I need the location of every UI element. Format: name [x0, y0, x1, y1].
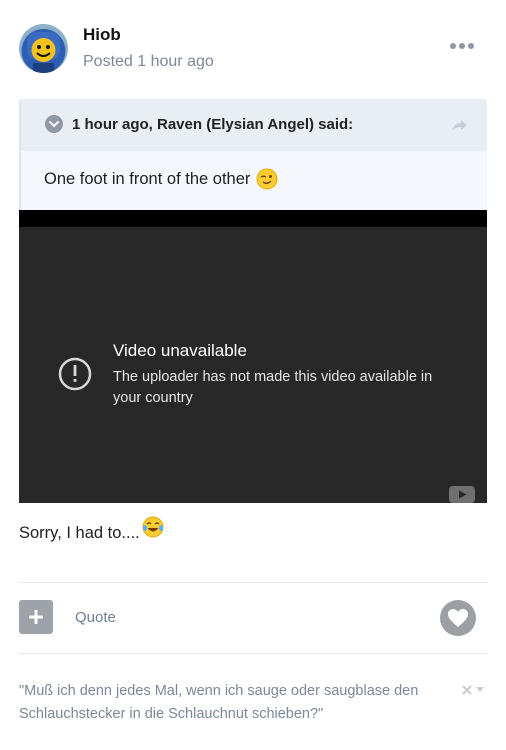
video-embed[interactable]: Video unavailable The uploader has not m…	[19, 210, 487, 503]
share-arrow-icon[interactable]	[451, 116, 469, 134]
heart-icon	[448, 609, 468, 627]
dot	[468, 43, 474, 49]
multiquote-add-button[interactable]	[19, 600, 53, 634]
tears-of-joy-emoji-icon	[142, 516, 164, 538]
alert-circle-icon	[57, 356, 93, 392]
quote-block: 1 hour ago, Raven (Elysian Angel) said: …	[19, 99, 487, 210]
dot	[450, 43, 456, 49]
quote-header: 1 hour ago, Raven (Elysian Angel) said:	[21, 99, 487, 151]
post-timestamp: Posted 1 hour ago	[83, 53, 214, 70]
more-options-icon[interactable]	[450, 38, 474, 54]
divider	[19, 653, 487, 654]
plus-icon	[29, 610, 43, 624]
signature-controls	[462, 683, 488, 697]
youtube-icon[interactable]	[449, 486, 475, 503]
post-text: Sorry, I had to....	[19, 523, 140, 542]
avatar[interactable]	[19, 24, 68, 73]
quote-text: One foot in front of the other	[44, 169, 251, 188]
quote-text-row: One foot in front of the other	[44, 168, 278, 190]
author-name[interactable]: Hiob	[83, 25, 121, 45]
post-body: Sorry, I had to....	[19, 516, 164, 544]
post-header: Hiob Posted 1 hour ago	[0, 0, 506, 96]
wink-emoji-icon	[256, 168, 278, 190]
dot	[459, 43, 465, 49]
quote-button[interactable]: Quote	[75, 609, 116, 626]
video-message: The uploader has not made this video ava…	[113, 369, 433, 406]
like-button[interactable]	[440, 600, 476, 636]
signature-text: "Muß ich denn jedes Mal, wenn ich sauge …	[19, 683, 419, 722]
quote-citation[interactable]: 1 hour ago, Raven (Elysian Angel) said:	[72, 116, 353, 133]
close-icon[interactable]	[462, 685, 472, 695]
chevron-down-icon[interactable]	[476, 687, 484, 693]
video-title: Video unavailable	[113, 341, 247, 360]
lego-spaceman-avatar-icon	[19, 24, 68, 73]
divider	[19, 582, 487, 583]
chevron-down-icon[interactable]	[45, 115, 63, 133]
video-top-bar	[19, 210, 487, 227]
